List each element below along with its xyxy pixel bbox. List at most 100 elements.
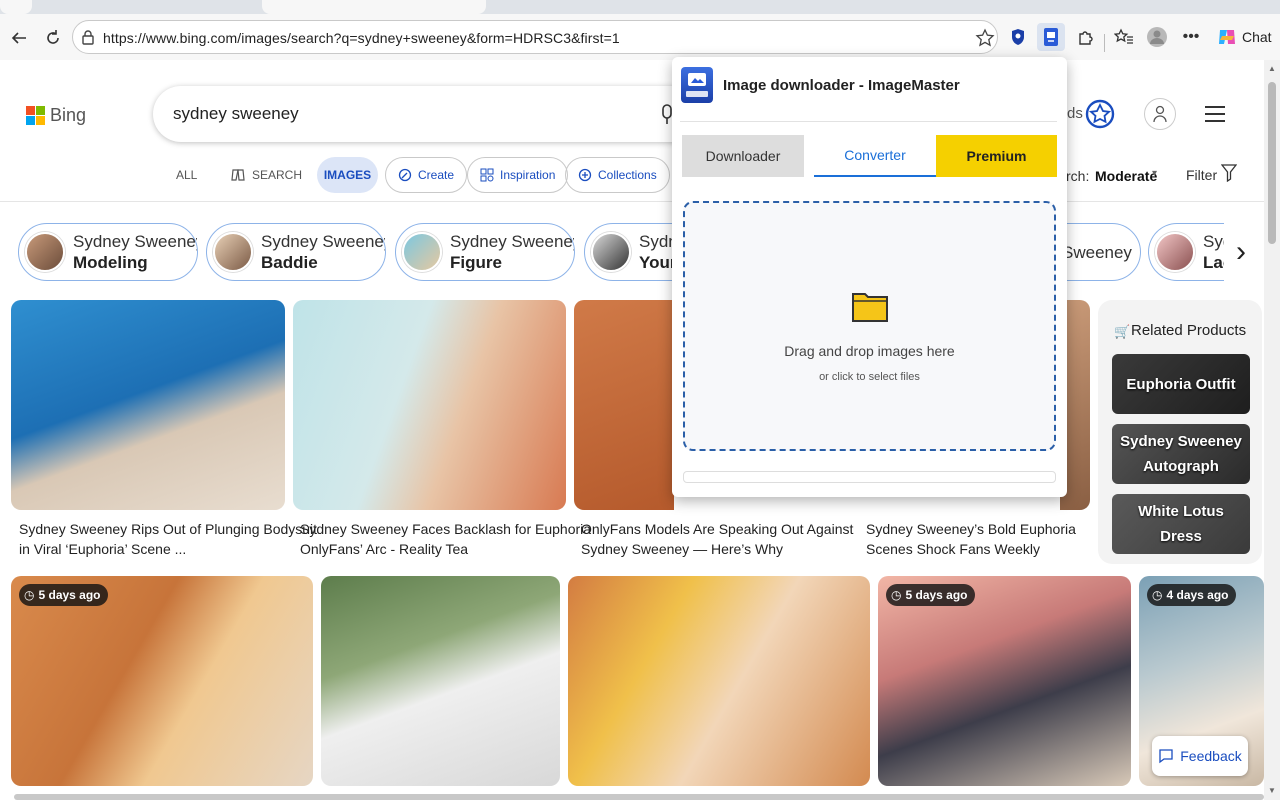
refresh-button[interactable]	[39, 24, 67, 52]
address-bar[interactable]: https://www.bing.com/images/search?q=syd…	[72, 20, 998, 54]
chip-thumbnail	[591, 232, 631, 272]
popup-title: Image downloader - ImageMaster	[723, 77, 960, 94]
image-caption[interactable]: OnlyFans Models Are Speaking Out Against…	[581, 519, 853, 559]
scroll-down-arrow-icon[interactable]: ▼	[1268, 786, 1276, 795]
tab-collections[interactable]: Collections	[565, 157, 670, 193]
chip-line1: Sweeney	[1062, 242, 1132, 262]
profile-button[interactable]	[1143, 23, 1171, 51]
tab-search-label: SEARCH	[252, 168, 303, 182]
image-caption[interactable]: Sydney Sweeney’s Bold Euphoria Scenes Sh…	[866, 519, 1076, 559]
scroll-up-arrow-icon[interactable]: ▲	[1268, 64, 1276, 73]
tab-all[interactable]: ALL	[164, 157, 209, 193]
folder-icon	[852, 293, 888, 322]
favorites-button[interactable]	[1110, 23, 1138, 51]
url-text[interactable]: https://www.bing.com/images/search?q=syd…	[103, 30, 620, 46]
related-product-label: Sydney Sweeney Autograph	[1120, 433, 1242, 475]
related-chip[interactable]: Sydney Sweeney Figure	[395, 223, 575, 281]
tab-inspiration[interactable]: Inspiration	[467, 157, 569, 193]
chip-line2: Modeling	[73, 253, 148, 272]
bing-logo[interactable]: Bing	[26, 105, 86, 126]
browser-toolbar: https://www.bing.com/images/search?q=syd…	[0, 14, 1280, 60]
back-arrow-icon	[11, 32, 26, 44]
tab-premium-label: Premium	[966, 148, 1027, 164]
caption-line1: OnlyFans Models Are Speaking Out Against	[581, 521, 854, 537]
caption-line1: Sydney Sweeney Faces Backlash for Euphor…	[300, 521, 592, 537]
browser-tab-edge[interactable]	[0, 0, 32, 14]
chip-line2: Figure	[450, 253, 502, 272]
image-caption[interactable]: Sydney Sweeney Faces Backlash for Euphor…	[300, 519, 591, 559]
feedback-button[interactable]: Feedback	[1152, 736, 1248, 776]
image-result[interactable]: ◷ 5 days ago	[878, 576, 1131, 786]
chevron-right-icon: ›	[1236, 235, 1246, 268]
tab-downloader-label: Downloader	[705, 148, 781, 164]
related-product-item[interactable]: Euphoria Outfit	[1112, 354, 1250, 414]
filter-button[interactable]: Filter	[1186, 167, 1217, 183]
filter-funnel-icon[interactable]	[1221, 164, 1237, 182]
caption-line2: Scenes Shock Fans Weekly	[866, 541, 1041, 557]
tab-downloader[interactable]: Downloader	[682, 135, 804, 177]
safesearch-label[interactable]: rch:	[1066, 168, 1089, 184]
tab-inspiration-label: Inspiration	[500, 168, 556, 182]
shield-icon	[1012, 29, 1024, 45]
shield-extension-button[interactable]	[1004, 23, 1032, 51]
back-button[interactable]	[5, 24, 33, 52]
chip-next-button[interactable]: ›	[1228, 232, 1254, 272]
signin-button[interactable]	[1144, 98, 1176, 130]
imagemaster-popup: Image downloader - ImageMaster Downloade…	[672, 57, 1067, 497]
image-dropzone[interactable]: Drag and drop images here or click to se…	[683, 201, 1056, 451]
search-input[interactable]: sydney sweeney	[173, 104, 299, 124]
popup-progress-bar	[683, 471, 1056, 483]
chip-line1: Sydney Sweeney	[261, 232, 385, 251]
related-chip[interactable]: Sydney Sweeney Baddie	[206, 223, 386, 281]
image-result[interactable]: ◷ 5 days ago	[11, 576, 313, 786]
hamburger-icon	[1205, 106, 1225, 122]
tab-premium[interactable]: Premium	[936, 135, 1057, 177]
lock-icon[interactable]	[81, 29, 95, 45]
rewards-text-partial[interactable]: ds	[1067, 105, 1083, 122]
related-product-item[interactable]: White Lotus Dress	[1112, 494, 1250, 554]
popup-divider	[680, 121, 1057, 122]
user-icon	[1153, 105, 1167, 123]
dropzone-subtitle[interactable]: or click to select files	[685, 371, 1054, 383]
rewards-button[interactable]	[1084, 97, 1116, 131]
image-download-icon	[1044, 28, 1058, 46]
related-products-title: Related Products	[1131, 322, 1247, 339]
copilot-search-icon	[231, 169, 245, 181]
feedback-label: Feedback	[1180, 748, 1242, 764]
imagemaster-extension-button[interactable]	[1037, 23, 1065, 51]
image-result[interactable]	[11, 300, 285, 510]
chip-line2: Baddie	[261, 253, 318, 272]
more-menu-button[interactable]: •••	[1177, 23, 1205, 51]
imagemaster-logo-icon	[681, 67, 713, 103]
vertical-scrollbar[interactable]: ▲ ▼	[1264, 60, 1280, 800]
related-chip[interactable]: Sydney Sweeney Modeling	[18, 223, 198, 281]
microsoft-logo-icon	[26, 106, 45, 125]
image-result[interactable]	[574, 300, 674, 510]
tab-converter[interactable]: Converter	[814, 135, 936, 177]
related-product-item[interactable]: Sydney Sweeney Autograph	[1112, 424, 1250, 484]
horizontal-scrollbar[interactable]	[14, 794, 1264, 800]
caret-down-icon[interactable]: ▾	[1152, 168, 1157, 179]
tab-create[interactable]: Create	[385, 157, 468, 193]
search-box[interactable]: sydney sweeney	[153, 86, 713, 142]
image-result[interactable]	[293, 300, 566, 510]
chat-label[interactable]: Chat	[1242, 29, 1272, 45]
copilot-button[interactable]	[1213, 23, 1241, 51]
collections-icon	[578, 168, 592, 182]
tab-search[interactable]: SEARCH	[218, 157, 314, 193]
hamburger-menu-button[interactable]	[1204, 104, 1226, 124]
chip-line2: Lac	[1203, 253, 1224, 272]
scrollbar-thumb[interactable]	[1268, 82, 1276, 244]
clock-icon: ◷	[24, 588, 35, 602]
chip-thumbnail	[1155, 232, 1195, 272]
favorite-star-icon[interactable]	[975, 28, 995, 48]
tab-images[interactable]: IMAGES	[317, 157, 378, 193]
puzzle-icon	[1079, 31, 1093, 45]
safesearch-dropdown[interactable]: Moderate	[1095, 168, 1157, 184]
chip-thumbnail	[25, 232, 65, 272]
image-result[interactable]	[321, 576, 560, 786]
image-caption[interactable]: Sydney Sweeney Rips Out of Plunging Body…	[19, 519, 317, 559]
related-chip[interactable]: Syd Lac	[1148, 223, 1224, 281]
image-result[interactable]	[568, 576, 870, 786]
extensions-button[interactable]	[1072, 23, 1100, 51]
